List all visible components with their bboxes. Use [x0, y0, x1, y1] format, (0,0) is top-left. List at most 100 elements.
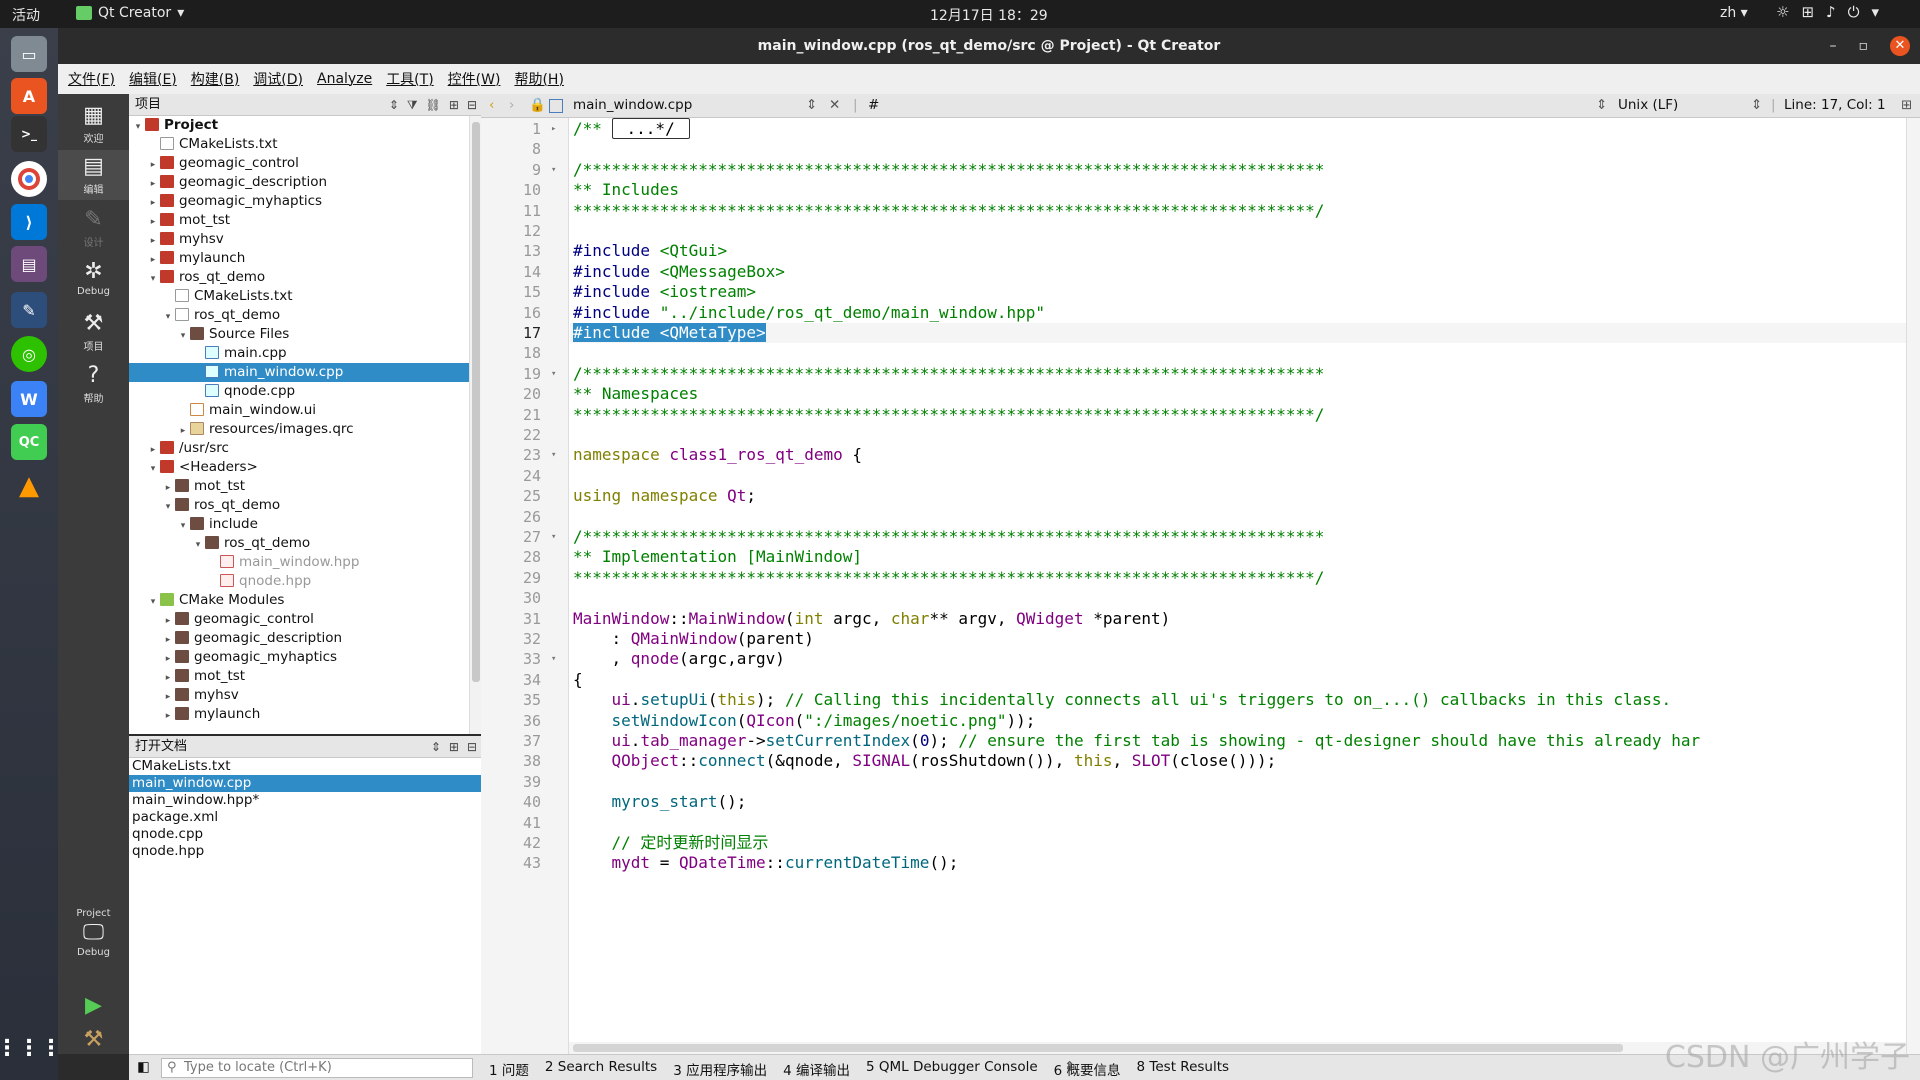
split-icon[interactable]: ⊞ — [1901, 97, 1912, 113]
vscode-icon[interactable]: ⟩ — [11, 204, 47, 240]
code-line[interactable]: : QMainWindow(parent) — [573, 629, 814, 649]
line-ending-dropdown-icon[interactable]: ⇕ — [1751, 97, 1762, 113]
link-icon[interactable]: ⛓ — [426, 94, 441, 116]
menu-edit[interactable]: 编辑(E) — [129, 69, 177, 89]
code-line[interactable]: QObject::connect(&qnode, SIGNAL(rosShutd… — [573, 751, 1277, 771]
fold-marker-icon[interactable]: ▾ — [551, 160, 556, 180]
mode-projects[interactable]: ⚒ 项目 — [58, 310, 129, 354]
tree-item[interactable]: ▸ mylaunch — [129, 705, 481, 724]
kit-selector[interactable]: Project 🖵 Debug — [58, 908, 129, 972]
system-tray[interactable]: ☼ ⊞ ♪ ⏻ ▾ — [1776, 3, 1879, 21]
code-line[interactable]: /** ...*/ — [573, 118, 690, 139]
mode-debug[interactable]: ✲ Debug — [58, 258, 129, 302]
tree-item[interactable]: ▸ mylaunch — [129, 249, 481, 268]
tree-item[interactable]: ▾ ros_qt_demo — [129, 534, 481, 553]
tree-item[interactable]: CMakeLists.txt — [129, 135, 481, 154]
terminal-icon[interactable]: >_ — [11, 116, 47, 152]
chrome-icon[interactable] — [11, 161, 47, 197]
code-line[interactable]: /***************************************… — [573, 160, 1324, 180]
close-panel-icon[interactable]: ⊟ — [467, 736, 477, 758]
open-document-item[interactable]: qnode.cpp — [129, 826, 481, 843]
editor-vertical-scrollbar[interactable] — [1906, 118, 1920, 1054]
tree-item[interactable]: ▾ ros_qt_demo — [129, 268, 481, 287]
menu-file[interactable]: 文件(F) — [68, 69, 115, 89]
open-document-item[interactable]: qnode.hpp — [129, 843, 481, 860]
software-center-icon[interactable]: A — [11, 78, 47, 114]
back-icon[interactable]: ‹ — [489, 97, 494, 113]
close-panel-icon[interactable]: ⊟ — [467, 94, 477, 116]
minimize-icon[interactable]: – — [1830, 28, 1837, 64]
output-tab[interactable]: 5 QML Debugger Console — [866, 1059, 1038, 1079]
line-ending-selector[interactable]: Unix (LF) — [1618, 97, 1678, 113]
mode-welcome[interactable]: ▦ 欢迎 — [58, 102, 129, 146]
tree-item[interactable]: ▸ mot_tst — [129, 667, 481, 686]
code-line[interactable]: #include <iostream> — [573, 282, 756, 302]
close-file-icon[interactable]: ✕ — [829, 97, 840, 113]
wechat-icon[interactable]: ◎ — [11, 336, 47, 372]
code-line[interactable]: ** Namespaces — [573, 384, 698, 404]
run-button[interactable]: ▶ — [58, 992, 129, 1022]
code-line[interactable]: setWindowIcon(QIcon(":/images/noetic.png… — [573, 711, 1036, 731]
code-editor[interactable]: 1 ▸ 8 9 ▾ 10 11 12 13 14 15 16 17 18 19 ▾ 20 21 22 23 ▾ 24 25 2… — [481, 118, 1920, 1054]
tree-item[interactable]: main.cpp — [129, 344, 481, 363]
scroll-thumb[interactable] — [573, 1044, 1623, 1052]
code-line[interactable]: myros_start(); — [573, 792, 747, 812]
menu-widgets[interactable]: 控件(W) — [448, 69, 501, 89]
code-line[interactable]: ** Implementation [MainWindow] — [573, 547, 862, 567]
qt-creator-dock-icon[interactable]: QC — [11, 424, 47, 460]
code-line[interactable]: #include "../include/ros_qt_demo/main_wi… — [573, 303, 1045, 323]
tree-item[interactable]: ▾ Source Files — [129, 325, 481, 344]
scroll-thumb[interactable] — [472, 122, 480, 682]
clock[interactable]: 12月17日 18：29 — [930, 5, 1048, 25]
tree-item[interactable]: ▸ geomagic_description — [129, 629, 481, 648]
locator-input[interactable]: ⚲ Type to locate (Ctrl+K) — [161, 1058, 473, 1078]
menu-tools[interactable]: 工具(T) — [386, 69, 433, 89]
input-language[interactable]: zh ▾ — [1720, 5, 1748, 21]
fold-marker-icon[interactable]: ▾ — [551, 364, 556, 384]
menu-build[interactable]: 构建(B) — [191, 69, 240, 89]
tree-item[interactable]: ▾ include — [129, 515, 481, 534]
code-line[interactable]: ui.setupUi(this); // Calling this incide… — [573, 690, 1672, 710]
tree-item[interactable]: ▾ CMake Modules — [129, 591, 481, 610]
tree-item[interactable]: ▸ myhsv — [129, 230, 481, 249]
symbol-dropdown-icon[interactable]: ⇕ — [1596, 97, 1607, 113]
drawing-icon[interactable]: ✎ — [11, 292, 47, 328]
code-line[interactable]: ****************************************… — [573, 201, 1324, 221]
tree-item[interactable]: ▾ <Headers> — [129, 458, 481, 477]
tree-item[interactable]: CMakeLists.txt — [129, 287, 481, 306]
menu-analyze[interactable]: Analyze — [317, 71, 372, 87]
tree-item[interactable]: ▸ myhsv — [129, 686, 481, 705]
code-line[interactable]: // 定时更新时间显示 — [573, 833, 769, 853]
code-line[interactable]: { — [573, 670, 583, 690]
output-tab[interactable]: 8 Test Results — [1137, 1059, 1230, 1079]
tree-item[interactable]: main_window.hpp — [129, 553, 481, 572]
tree-item[interactable]: ▾ ros_qt_demo — [129, 496, 481, 515]
code-line[interactable]: ** Includes — [573, 180, 679, 200]
open-document-item[interactable]: main_window.cpp — [129, 775, 481, 792]
fold-marker-icon[interactable]: ▾ — [551, 445, 556, 465]
open-document-item[interactable]: CMakeLists.txt — [129, 758, 481, 775]
code-line[interactable]: using namespace Qt; — [573, 486, 756, 506]
line-number-gutter[interactable]: 1 ▸ 8 9 ▾ 10 11 12 13 14 15 16 17 18 19 ▾ 20 21 22 23 ▾ 24 25 2… — [481, 118, 569, 1054]
split-icon[interactable]: ⊞ — [449, 94, 459, 116]
tree-item[interactable]: main_window.ui — [129, 401, 481, 420]
maximize-icon[interactable]: ▫ — [1859, 28, 1869, 64]
tree-item[interactable]: qnode.hpp — [129, 572, 481, 591]
mode-design[interactable]: ✎ 设计 — [58, 206, 129, 250]
more-tabs-icon[interactable]: ⇕ — [1064, 1059, 1075, 1075]
current-file-name[interactable]: main_window.cpp — [573, 97, 692, 113]
selector-icon[interactable]: ⇕ — [431, 736, 441, 758]
code-line[interactable]: #include <QMessageBox> — [573, 262, 785, 282]
tree-item[interactable]: ▸ geomagic_control — [129, 154, 481, 173]
code-line[interactable]: ui.tab_manager->setCurrentIndex(0); // e… — [573, 731, 1701, 751]
mode-edit[interactable]: ▤ 编辑 — [58, 150, 129, 200]
code-line[interactable]: MainWindow::MainWindow(int argc, char** … — [573, 609, 1170, 629]
project-tree[interactable]: ▾ Project CMakeLists.txt ▸ geomagic_control ▸… — [129, 116, 481, 724]
output-tab[interactable]: 1 问题 — [489, 1059, 529, 1079]
file-dropdown-icon[interactable]: ⇕ — [806, 97, 817, 113]
close-icon[interactable]: ✕ — [1890, 36, 1910, 56]
mode-help[interactable]: ? 帮助 — [58, 362, 129, 406]
code-line[interactable]: ****************************************… — [573, 568, 1324, 588]
selector-icon[interactable]: ⇕ — [389, 94, 399, 116]
fold-marker-icon[interactable]: ▸ — [551, 119, 556, 139]
